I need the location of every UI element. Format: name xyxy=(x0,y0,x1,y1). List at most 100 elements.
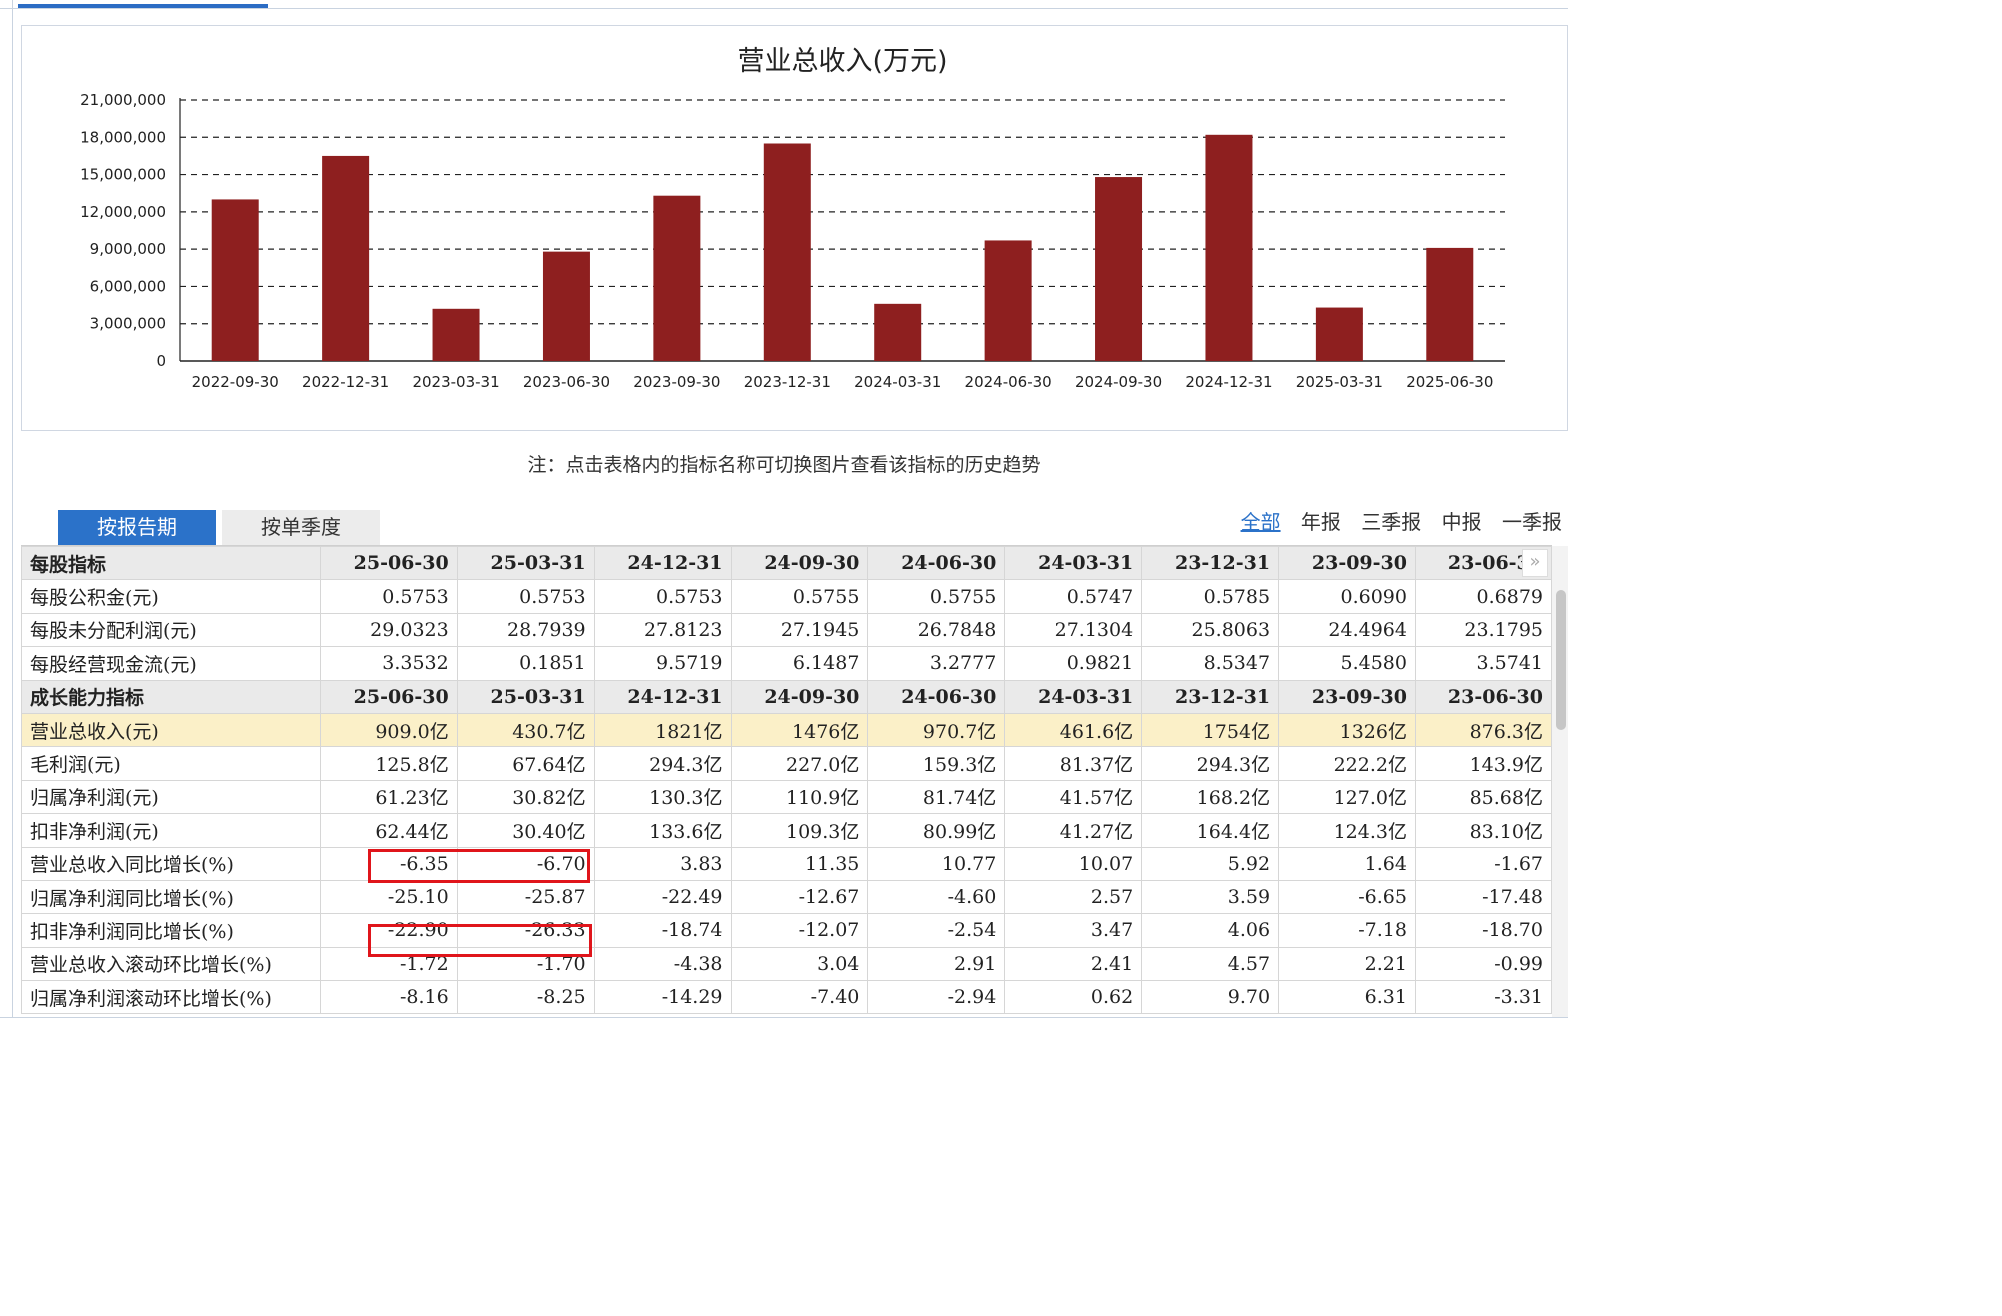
table-cell: 81.74亿 xyxy=(867,779,1006,815)
next-columns-icon[interactable]: » xyxy=(1522,549,1548,577)
bar xyxy=(1095,177,1143,361)
bar xyxy=(432,308,480,361)
table-cell: -6.65 xyxy=(1278,879,1416,915)
table-cell: 168.2亿 xyxy=(1141,779,1280,815)
table-row: 扣非净利润同比增长(%) -22.90 -26.33 -18.74 -12.07 -2.5… xyxy=(21,913,1552,948)
table-cell: 0.6090 xyxy=(1278,579,1416,614)
left-border xyxy=(12,0,13,1031)
filter-q1[interactable]: 一季报 xyxy=(1502,510,1562,534)
active-tab-indicator xyxy=(18,4,268,8)
period-header: 24-09-30 xyxy=(730,679,869,714)
table-cell: -1.67 xyxy=(1414,846,1552,881)
table-cell: 29.0323 xyxy=(319,612,458,648)
period-header: 23-09-30 xyxy=(1278,679,1416,714)
table-cell: 8.5347 xyxy=(1141,646,1280,681)
table-cell: -8.25 xyxy=(456,980,595,1015)
table-row: 营业总收入(元) 909.0亿 430.7亿 1821亿 1476亿 970.7亿 461.… xyxy=(21,712,1552,748)
chart-title: 营业总收入(万元) xyxy=(737,46,947,77)
period-header: 25-03-31 xyxy=(456,679,595,714)
filter-all[interactable]: 全部 xyxy=(1241,510,1281,534)
tab-by-report-period[interactable]: 按报告期 xyxy=(58,510,216,545)
table-cell: 1821亿 xyxy=(593,712,732,748)
table-cell: 9.70 xyxy=(1141,980,1280,1015)
table-cell: 27.8123 xyxy=(593,612,732,648)
x-tick-label: 2023-06-30 xyxy=(523,373,610,391)
table-cell: 4.06 xyxy=(1141,913,1280,948)
y-tick-label: 21,000,000 xyxy=(80,91,166,109)
bar xyxy=(542,251,590,361)
scrollbar-thumb[interactable] xyxy=(1556,590,1566,730)
y-tick-label: 15,000,000 xyxy=(80,166,166,184)
table-cell: 2.57 xyxy=(1004,879,1143,915)
table-cell: 0.9821 xyxy=(1004,646,1143,681)
tab-by-single-quarter[interactable]: 按单季度 xyxy=(222,510,380,545)
y-tick-label: 12,000,000 xyxy=(80,203,166,221)
table-cell: 130.3亿 xyxy=(593,779,732,815)
table-cell: -25.87 xyxy=(456,879,595,915)
filter-annual[interactable]: 年报 xyxy=(1301,510,1341,534)
table-row: 营业总收入同比增长(%) -6.35 -6.70 3.83 11.35 10.77 10.0… xyxy=(21,846,1552,881)
filter-interim[interactable]: 中报 xyxy=(1442,510,1482,534)
table-cell: -4.60 xyxy=(867,879,1006,915)
table-cell: 41.57亿 xyxy=(1004,779,1143,815)
y-tick-label: 3,000,000 xyxy=(90,315,166,333)
period-header: 24-03-31 xyxy=(1004,679,1143,714)
period-filter: 全部 年报 三季报 中报 一季报 xyxy=(1227,506,1562,535)
table-cell: 3.47 xyxy=(1004,913,1143,948)
section-title: 每股指标 xyxy=(21,546,321,581)
period-header: 25-06-30 xyxy=(319,546,458,581)
table-cell: -7.40 xyxy=(730,980,869,1015)
table-cell: 1.64 xyxy=(1278,846,1416,881)
y-tick-label: 9,000,000 xyxy=(90,240,166,258)
y-tick-label: 6,000,000 xyxy=(90,277,166,295)
indicator-name[interactable]: 营业总收入滚动环比增长(%) xyxy=(21,946,321,982)
indicator-name[interactable]: 扣非净利润(元) xyxy=(21,813,321,848)
table-cell: 4.57 xyxy=(1141,946,1280,982)
indicator-name[interactable]: 每股公积金(元) xyxy=(21,579,321,614)
table-cell: -18.74 xyxy=(593,913,732,948)
indicator-name[interactable]: 归属净利润同比增长(%) xyxy=(21,879,321,915)
table-cell: 67.64亿 xyxy=(456,746,595,781)
table-cell: -2.94 xyxy=(867,980,1006,1015)
x-tick-label: 2024-03-31 xyxy=(854,373,941,391)
table-cell: -25.10 xyxy=(319,879,458,915)
indicator-name[interactable]: 归属净利润(元) xyxy=(21,779,321,815)
y-tick-label: 18,000,000 xyxy=(80,128,166,146)
period-header: 25-06-30 xyxy=(319,679,458,714)
table-cell: 9.5719 xyxy=(593,646,732,681)
indicator-name[interactable]: 扣非净利润同比增长(%) xyxy=(21,913,321,948)
indicator-name[interactable]: 归属净利润滚动环比增长(%) xyxy=(21,980,321,1015)
indicator-name[interactable]: 营业总收入(元) xyxy=(21,712,321,748)
table-cell: -4.38 xyxy=(593,946,732,982)
table-row: 毛利润(元) 125.8亿 67.64亿 294.3亿 227.0亿 159.3亿 81.3… xyxy=(21,746,1552,781)
indicator-name[interactable]: 毛利润(元) xyxy=(21,746,321,781)
top-border xyxy=(0,0,1568,9)
indicator-name[interactable]: 每股经营现金流(元) xyxy=(21,646,321,681)
bar xyxy=(1205,134,1253,361)
table-cell: 2.91 xyxy=(867,946,1006,982)
table-cell: 1326亿 xyxy=(1278,712,1416,748)
indicator-name[interactable]: 每股未分配利润(元) xyxy=(21,612,321,648)
filter-q3[interactable]: 三季报 xyxy=(1361,510,1421,534)
table-cell: 133.6亿 xyxy=(593,813,732,848)
table-cell: 909.0亿 xyxy=(319,712,458,748)
table-cell: 83.10亿 xyxy=(1414,813,1552,848)
y-tick-label: 0 xyxy=(156,352,166,370)
table-cell: 26.7848 xyxy=(867,612,1006,648)
period-header: 24-12-31 xyxy=(593,546,732,581)
table-cell: 85.68亿 xyxy=(1414,779,1552,815)
indicator-name[interactable]: 营业总收入同比增长(%) xyxy=(21,846,321,881)
table-cell: 1754亿 xyxy=(1141,712,1280,748)
table-cell: 127.0亿 xyxy=(1278,779,1416,815)
table-cell: 0.5747 xyxy=(1004,579,1143,614)
table-cell: 430.7亿 xyxy=(456,712,595,748)
highlight-box-revenue-yoy xyxy=(368,849,590,883)
table-cell: 6.1487 xyxy=(730,646,869,681)
table-cell: 876.3亿 xyxy=(1414,712,1552,748)
table-cell: 164.4亿 xyxy=(1141,813,1280,848)
x-tick-label: 2025-03-31 xyxy=(1296,373,1383,391)
table-cell: -8.16 xyxy=(319,980,458,1015)
table-cell: 970.7亿 xyxy=(867,712,1006,748)
x-tick-label: 2024-06-30 xyxy=(965,373,1052,391)
table-row: 每股未分配利润(元) 29.0323 28.7939 27.8123 27.1945 26… xyxy=(21,612,1552,648)
